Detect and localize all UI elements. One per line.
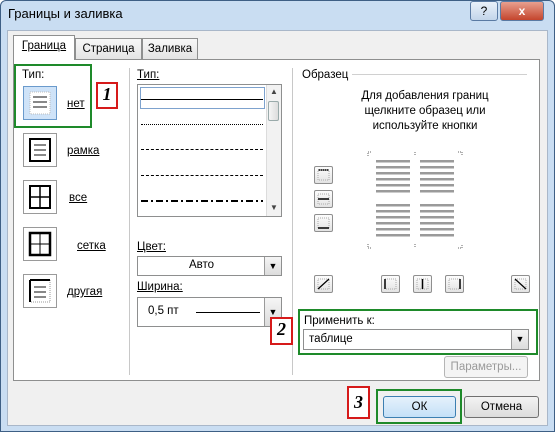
color-value: Авто [188,259,215,271]
setting-box-label: рамка [67,145,100,157]
setting-all-label: все [69,192,88,204]
setting-all-button[interactable] [23,180,57,214]
options-button: Параметры... [444,356,528,378]
scroll-thumb[interactable] [268,101,279,121]
width-label: Ширина: [137,281,183,293]
border-box-icon [29,138,51,162]
setting-grid-label: сетка [77,240,106,252]
style-listbox[interactable]: ▲ ▼ [137,84,282,217]
scroll-up-icon[interactable]: ▲ [267,85,281,99]
diagonal-down-icon [514,278,527,290]
chevron-down-icon[interactable]: ▼ [264,257,281,275]
preview-divider [352,74,527,75]
style-option-dashed[interactable] [141,149,263,150]
tab-page-border[interactable]: Страница [75,38,142,59]
style-scrollbar[interactable]: ▲ ▼ [266,85,281,216]
style-option-dashed-long[interactable] [141,175,263,176]
color-label: Цвет: [137,241,166,253]
border-inside-vertical-button[interactable] [413,275,432,293]
close-button[interactable]: x [500,1,544,21]
highlight-setting [14,64,92,128]
border-grid-icon [28,231,52,257]
tab-borders[interactable]: Граница [13,35,75,60]
border-left-button[interactable] [381,275,400,293]
border-bottom-icon [317,217,330,229]
border-custom-icon [29,279,51,303]
style-option-solid[interactable] [141,99,263,100]
border-inside-vertical-icon [416,278,429,290]
setting-box-button[interactable] [23,133,57,167]
border-all-icon [29,185,51,209]
style-option-dash-dot[interactable] [141,200,263,202]
scroll-down-icon[interactable]: ▼ [267,201,281,215]
border-top-button[interactable] [314,166,333,184]
border-diagonal-down-button[interactable] [511,275,530,293]
help-button[interactable]: ? [470,1,498,21]
border-right-icon [448,278,461,290]
setting-custom-label: другая [67,286,103,298]
border-diagonal-up-button[interactable] [314,275,333,293]
style-option-dotted[interactable] [141,124,263,125]
border-inside-horizontal-button[interactable] [314,190,333,208]
preview-label: Образец [302,69,349,81]
preview-hint: Для добавления границ щелкните образец и… [361,90,489,132]
width-value: 0,5 пт [148,305,179,317]
width-dropdown[interactable]: 0,5 пт ▼ [137,297,282,327]
color-dropdown[interactable]: Авто ▼ [137,256,282,276]
window-title: Границы и заливка [8,6,123,21]
border-right-button[interactable] [445,275,464,293]
highlight-apply-to [298,309,538,355]
tab-shading[interactable]: Заливка [142,38,198,59]
setting-custom-button[interactable] [23,274,57,308]
highlight-ok [376,389,462,424]
width-line-sample [196,312,260,313]
separator-left [129,68,130,375]
marker-3: 3 [347,386,370,419]
border-top-icon [317,169,330,181]
style-label: Тип: [137,69,160,81]
preview-sample[interactable] [366,150,464,250]
border-left-icon [384,278,397,290]
border-bottom-button[interactable] [314,214,333,232]
setting-grid-button[interactable] [23,227,57,261]
diagonal-up-icon [317,278,330,290]
border-inside-horizontal-icon [317,193,330,205]
cancel-button[interactable]: Отмена [464,396,539,418]
marker-1: 1 [96,82,118,109]
style-option-selected[interactable] [140,87,265,109]
marker-2: 2 [270,317,293,345]
